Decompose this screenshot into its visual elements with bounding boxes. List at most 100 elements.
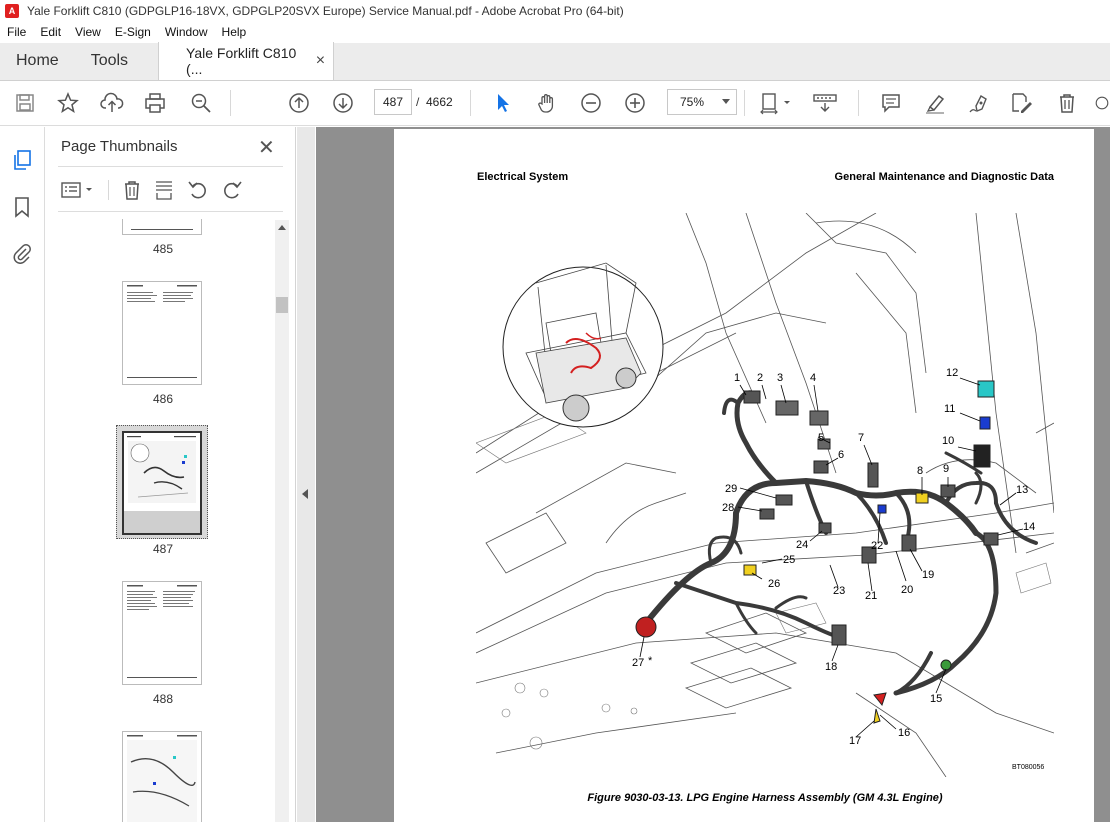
thumbnail-list: 485 486 487 488 bbox=[58, 219, 280, 822]
thumbnail-page[interactable] bbox=[122, 219, 202, 235]
callout-3: 3 bbox=[777, 372, 783, 384]
extract-page-icon[interactable] bbox=[152, 179, 176, 201]
panel-divider bbox=[58, 166, 283, 167]
bookmark-star-icon[interactable] bbox=[55, 91, 81, 115]
zoom-out-icon[interactable] bbox=[578, 91, 604, 115]
title-bar: A Yale Forklift C810 (GDPGLP16-18VX, GDP… bbox=[0, 0, 1110, 22]
callout-25: 25 bbox=[783, 554, 795, 566]
callout-1: 1 bbox=[734, 372, 740, 384]
thumbnail-page-label: 485 bbox=[152, 242, 174, 256]
callout-14: 14 bbox=[1023, 521, 1035, 533]
save-icon[interactable] bbox=[12, 91, 38, 115]
callout-10: 10 bbox=[942, 435, 954, 447]
callout-21: 21 bbox=[865, 590, 877, 602]
close-panel-icon[interactable]: ✕ bbox=[258, 135, 275, 160]
callout-17: 17 bbox=[849, 735, 861, 747]
print-icon[interactable] bbox=[142, 91, 168, 115]
thumbnail-page-label: 488 bbox=[152, 692, 174, 706]
zoom-level-select[interactable]: 75% bbox=[667, 89, 737, 115]
tab-tools[interactable]: Tools bbox=[75, 42, 144, 80]
harness-illustration: 1 2 3 4 5 6 7 8 9 10 11 12 13 14 15 16 1… bbox=[476, 213, 1054, 777]
toolbar-divider bbox=[470, 90, 471, 116]
thumbnail-options-menu[interactable] bbox=[60, 179, 96, 201]
callout-19: 19 bbox=[922, 569, 934, 581]
menu-file[interactable]: File bbox=[0, 25, 33, 39]
page-thumbnails-panel: Page Thumbnails ✕ 485 486 487 488 bbox=[46, 127, 296, 822]
callout-22: 22 bbox=[871, 540, 883, 552]
callout-12: 12 bbox=[946, 367, 958, 379]
page-header-right: General Maintenance and Diagnostic Data bbox=[834, 171, 1054, 183]
thumbnail-page[interactable] bbox=[122, 581, 202, 685]
sign-pen-icon[interactable] bbox=[966, 91, 992, 115]
toolbar-divider bbox=[230, 90, 231, 116]
acrobat-app-icon: A bbox=[5, 4, 19, 18]
panel-collapse-handle[interactable] bbox=[297, 127, 315, 822]
edit-pdf-icon[interactable] bbox=[1009, 91, 1035, 115]
previous-page-icon[interactable] bbox=[286, 91, 312, 115]
callout-9: 9 bbox=[943, 463, 949, 475]
page-number-input[interactable]: 487 bbox=[374, 89, 412, 115]
callout-5: 5 bbox=[818, 432, 824, 444]
upload-cloud-icon[interactable] bbox=[99, 91, 125, 115]
thumbnail-page[interactable] bbox=[122, 281, 202, 385]
panel-title: Page Thumbnails bbox=[61, 138, 178, 155]
zoom-search-icon[interactable] bbox=[188, 91, 214, 115]
delete-trash-icon[interactable] bbox=[1054, 91, 1080, 115]
bookmarks-icon[interactable] bbox=[10, 195, 34, 219]
tab-close-icon[interactable]: × bbox=[316, 52, 325, 70]
callout-6: 6 bbox=[838, 449, 844, 461]
figure-id: BT080056 bbox=[1012, 764, 1045, 771]
tab-home[interactable]: Home bbox=[0, 42, 75, 80]
callout-16: 16 bbox=[898, 727, 910, 739]
callout-29: 29 bbox=[725, 483, 737, 495]
select-cursor-icon[interactable] bbox=[490, 91, 516, 115]
more-tools-icon[interactable] bbox=[1094, 91, 1110, 115]
callout-28: 28 bbox=[722, 502, 734, 514]
callout-13: 13 bbox=[1016, 484, 1028, 496]
total-pages: 4662 bbox=[426, 95, 453, 109]
thumbnail-page-selected[interactable] bbox=[122, 431, 202, 535]
callout-11: 11 bbox=[944, 403, 955, 415]
attachments-paperclip-icon[interactable] bbox=[10, 241, 34, 265]
toolbar-divider bbox=[744, 90, 745, 116]
rotate-left-icon[interactable] bbox=[186, 179, 210, 201]
callout-26: 26 bbox=[768, 578, 780, 590]
figure-caption: Figure 9030-03-13. LPG Engine Harness As… bbox=[587, 792, 943, 804]
menu-esign[interactable]: E-Sign bbox=[108, 25, 158, 39]
callout-2: 2 bbox=[757, 372, 763, 384]
thumbnail-page[interactable] bbox=[122, 731, 202, 822]
tab-document[interactable]: Yale Forklift C810 (... × bbox=[158, 42, 335, 80]
hand-tool-icon[interactable] bbox=[534, 91, 560, 115]
highlight-pen-icon[interactable] bbox=[922, 91, 948, 115]
callout-15: 15 bbox=[930, 693, 942, 705]
menu-window[interactable]: Window bbox=[158, 25, 215, 39]
comment-icon[interactable] bbox=[878, 91, 904, 115]
zoom-level-value: 75% bbox=[680, 95, 705, 109]
menu-edit[interactable]: Edit bbox=[33, 25, 68, 39]
inset-overview bbox=[502, 262, 664, 428]
callout-18: 18 bbox=[825, 661, 837, 673]
harness-figure: 1 2 3 4 5 6 7 8 9 10 11 12 13 14 15 16 1… bbox=[476, 213, 1054, 777]
menu-view[interactable]: View bbox=[68, 25, 108, 39]
callout-27: 27 bbox=[632, 657, 644, 669]
collapse-arrow-icon bbox=[302, 489, 308, 499]
delete-page-icon[interactable] bbox=[120, 179, 144, 201]
menu-help[interactable]: Help bbox=[215, 25, 254, 39]
page-header-left: Electrical System bbox=[477, 171, 569, 183]
scroll-mode-icon[interactable] bbox=[812, 91, 838, 115]
panel-divider bbox=[58, 211, 283, 212]
callout-24: 24 bbox=[796, 539, 808, 551]
page-thumbnails-icon[interactable] bbox=[10, 148, 34, 172]
scrollbar-thumb[interactable] bbox=[276, 297, 288, 313]
window-title: Yale Forklift C810 (GDPGLP16-18VX, GDPGL… bbox=[27, 4, 624, 18]
scroll-up-arrow-icon[interactable] bbox=[278, 225, 286, 230]
callout-7: 7 bbox=[858, 432, 864, 444]
rotate-right-icon[interactable] bbox=[220, 179, 244, 201]
callout-20: 20 bbox=[901, 584, 913, 596]
callout-4: 4 bbox=[810, 372, 816, 384]
next-page-icon[interactable] bbox=[330, 91, 356, 115]
tab-document-label: Yale Forklift C810 (... bbox=[186, 45, 297, 77]
page-separator: / bbox=[416, 95, 420, 109]
page-fit-icon[interactable] bbox=[758, 91, 794, 115]
zoom-in-icon[interactable] bbox=[622, 91, 648, 115]
